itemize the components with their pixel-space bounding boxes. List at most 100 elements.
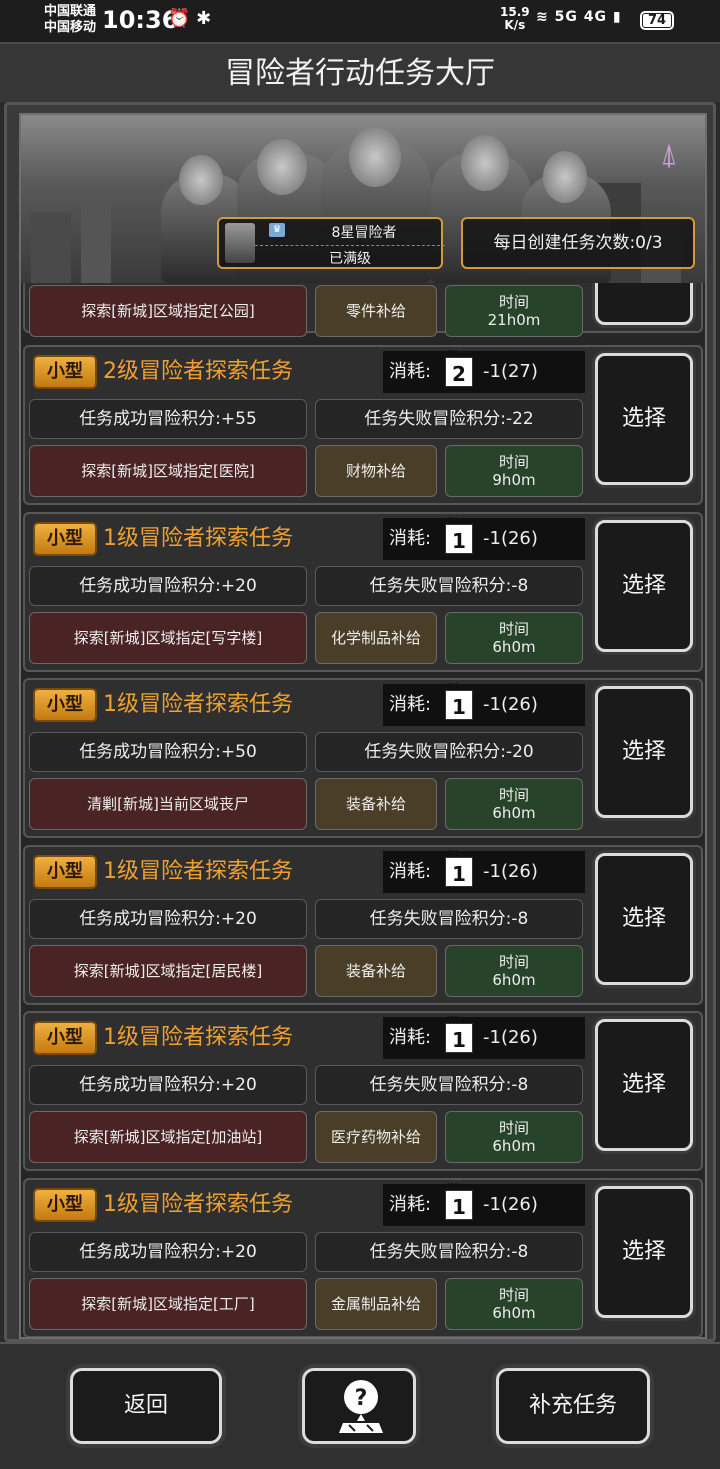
task-supply: 财物补给 bbox=[315, 445, 437, 497]
task-card: 小型 2级冒险者探索任务 消耗: LV 2 -1(27) 任务成功冒险积分:+55… bbox=[23, 345, 703, 505]
task-panel: ⍋ ♛ 8星冒险者 已满级 每日创建任务次数:0/3 探索[新城]区域指定[公园… bbox=[4, 102, 716, 1342]
cost-label: 消耗: bbox=[389, 694, 432, 715]
title-bar: 冒险者行动任务大厅 bbox=[0, 42, 720, 102]
task-header: 小型 1级冒险者探索任务 消耗: LV 1 -1(26) bbox=[29, 682, 585, 726]
task-time: 时间 6h0m bbox=[445, 1278, 583, 1330]
success-points: 任务成功冒险积分:+20 bbox=[29, 1232, 307, 1272]
select-button[interactable]: 选择 bbox=[595, 686, 693, 818]
task-supply: 金属制品补给 bbox=[315, 1278, 437, 1330]
task-size-badge: 小型 bbox=[33, 688, 97, 722]
cost-value: -1(26) bbox=[483, 861, 538, 882]
level-ticket-icon: LV 1 bbox=[445, 1015, 473, 1053]
level-ticket-icon: LV 1 bbox=[445, 516, 473, 554]
task-area: 探索[新城]区域指定[医院] bbox=[29, 445, 307, 497]
level-ticket-icon: LV 1 bbox=[445, 682, 473, 720]
faction-emblem-icon: ⍋ bbox=[660, 137, 678, 172]
task-area: 探索[新城]区域指定[公园] bbox=[29, 285, 307, 337]
help-button[interactable]: ? bbox=[302, 1368, 416, 1444]
task-area: 清剿[新城]当前区域丧尸 bbox=[29, 778, 307, 830]
signal-text: 5G 4G bbox=[554, 9, 607, 25]
fail-points: 任务失败冒险积分:-20 bbox=[315, 732, 583, 772]
task-cost: 消耗: LV 1 -1(26) bbox=[383, 516, 585, 560]
crown-icon: ♛ bbox=[269, 223, 285, 237]
adventurer-head bbox=[349, 127, 401, 187]
task-card: 小型 1级冒险者探索任务 消耗: LV 1 -1(26) 任务成功冒险积分:+20… bbox=[23, 1011, 703, 1171]
cost-label: 消耗: bbox=[389, 861, 432, 882]
task-size-badge: 小型 bbox=[33, 355, 97, 389]
task-list[interactable]: ⍋ ♛ 8星冒险者 已满级 每日创建任务次数:0/3 探索[新城]区域指定[公园… bbox=[19, 113, 707, 1339]
task-time: 时间 6h0m bbox=[445, 945, 583, 997]
rank-status: 已满级 bbox=[255, 245, 445, 268]
carrier-1: 中国联通 bbox=[44, 4, 97, 19]
adventurer-head bbox=[461, 135, 509, 191]
task-area: 探索[新城]区域指定[写字楼] bbox=[29, 612, 307, 664]
select-button[interactable]: 选择 bbox=[595, 353, 693, 485]
cost-value: -1(26) bbox=[483, 1194, 538, 1215]
adventurer-head bbox=[257, 139, 307, 195]
task-area: 探索[新城]区域指定[居民楼] bbox=[29, 945, 307, 997]
cost-value: -1(26) bbox=[483, 1027, 538, 1048]
cost-label: 消耗: bbox=[389, 361, 432, 382]
carrier-2: 中国移动 bbox=[44, 20, 97, 35]
status-bar: 中国联通 中国移动 10:36 ⏰ ✱ 15.9 K/s ≋ 5G 4G ▮ 7… bbox=[0, 0, 720, 42]
task-time: 时间 9h0m bbox=[445, 445, 583, 497]
task-size-badge: 小型 bbox=[33, 855, 97, 889]
task-supply: 医疗药物补给 bbox=[315, 1111, 437, 1163]
alarm-bluetooth-icons: ⏰ ✱ bbox=[168, 8, 212, 29]
task-time: 时间 6h0m bbox=[445, 778, 583, 830]
task-title: 1级冒险者探索任务 bbox=[103, 1192, 293, 1217]
select-button[interactable]: 选择 bbox=[595, 853, 693, 985]
refill-tasks-button[interactable]: 补充任务 bbox=[496, 1368, 650, 1444]
task-cost: 消耗: LV 1 -1(26) bbox=[383, 1182, 585, 1226]
task-title: 1级冒险者探索任务 bbox=[103, 526, 293, 551]
level-ticket-icon: LV 1 bbox=[445, 1182, 473, 1220]
task-title: 1级冒险者探索任务 bbox=[103, 859, 293, 884]
fail-points: 任务失败冒险积分:-8 bbox=[315, 1232, 583, 1272]
fail-points: 任务失败冒险积分:-8 bbox=[315, 899, 583, 939]
back-button[interactable]: 返回 bbox=[70, 1368, 222, 1444]
task-card: 小型 1级冒险者探索任务 消耗: LV 1 -1(26) 任务成功冒险积分:+20… bbox=[23, 512, 703, 672]
success-points: 任务成功冒险积分:+50 bbox=[29, 732, 307, 772]
task-supply: 化学制品补给 bbox=[315, 612, 437, 664]
fail-points: 任务失败冒险积分:-22 bbox=[315, 399, 583, 439]
task-supply: 零件补给 bbox=[315, 285, 437, 337]
svg-text:?: ? bbox=[355, 1386, 368, 1411]
success-points: 任务成功冒险积分:+20 bbox=[29, 899, 307, 939]
task-card: 小型 1级冒险者探索任务 消耗: LV 1 -1(26) 任务成功冒险积分:+50… bbox=[23, 678, 703, 838]
adventurer-head bbox=[543, 151, 587, 203]
battery-icon: 74 bbox=[640, 11, 674, 30]
task-time: 时间 6h0m bbox=[445, 612, 583, 664]
success-points: 任务成功冒险积分:+20 bbox=[29, 1065, 307, 1105]
select-button[interactable]: 选择 bbox=[595, 520, 693, 652]
task-title: 1级冒险者探索任务 bbox=[103, 1025, 293, 1050]
task-header: 小型 1级冒险者探索任务 消耗: LV 1 -1(26) bbox=[29, 1182, 585, 1226]
task-size-badge: 小型 bbox=[33, 522, 97, 556]
wifi-icon: ≋ bbox=[536, 9, 549, 25]
page-title: 冒险者行动任务大厅 bbox=[225, 56, 495, 91]
task-cost: 消耗: LV 1 -1(26) bbox=[383, 682, 585, 726]
task-time: 时间 6h0m bbox=[445, 1111, 583, 1163]
task-cost: 消耗: LV 2 -1(27) bbox=[383, 349, 585, 393]
rank-label: 8星冒险者 bbox=[331, 225, 397, 241]
task-title: 1级冒险者探索任务 bbox=[103, 692, 293, 717]
cost-value: -1(27) bbox=[483, 361, 538, 382]
task-size-badge: 小型 bbox=[33, 1188, 97, 1222]
rank-info[interactable]: ♛ 8星冒险者 已满级 bbox=[217, 217, 445, 269]
fail-points: 任务失败冒险积分:-8 bbox=[315, 566, 583, 606]
cost-value: -1(26) bbox=[483, 694, 538, 715]
fail-points: 任务失败冒险积分:-8 bbox=[315, 1065, 583, 1105]
cost-label: 消耗: bbox=[389, 1027, 432, 1048]
task-cost: 消耗: LV 1 -1(26) bbox=[383, 849, 585, 893]
task-supply: 装备补给 bbox=[315, 778, 437, 830]
select-button[interactable]: 选择 bbox=[595, 1186, 693, 1318]
task-header: 小型 1级冒险者探索任务 消耗: LV 1 -1(26) bbox=[29, 849, 585, 893]
cost-label: 消耗: bbox=[389, 1194, 432, 1215]
clock: 10:36 bbox=[102, 6, 179, 34]
level-ticket-icon: LV 2 bbox=[445, 349, 473, 387]
task-cost: 消耗: LV 1 -1(26) bbox=[383, 1015, 585, 1059]
select-button[interactable]: 选择 bbox=[595, 1019, 693, 1151]
cost-value: -1(26) bbox=[483, 528, 538, 549]
task-area: 探索[新城]区域指定[工厂] bbox=[29, 1278, 307, 1330]
adventurer-banner: ⍋ ♛ 8星冒险者 已满级 每日创建任务次数:0/3 bbox=[21, 115, 705, 283]
task-header: 小型 1级冒险者探索任务 消耗: LV 1 -1(26) bbox=[29, 516, 585, 560]
